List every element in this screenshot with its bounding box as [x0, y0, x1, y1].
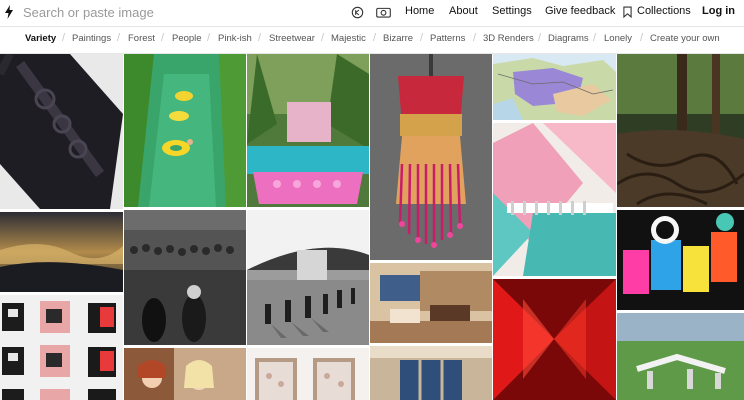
category-separator: /: [207, 32, 211, 44]
category-variety[interactable]: Variety: [25, 33, 56, 44]
image-grid: [0, 54, 744, 400]
image-tile-cubes-collage[interactable]: [0, 295, 123, 400]
image-tile-map[interactable]: [493, 54, 616, 120]
category-create-your-own[interactable]: Create your own: [650, 33, 720, 44]
image-tile-lace-frames[interactable]: [247, 348, 369, 400]
image-tile-people-portrait[interactable]: [124, 348, 246, 400]
image-tile-building-plaza[interactable]: [247, 210, 369, 345]
face-search-icon[interactable]: [350, 5, 364, 19]
category-patterns[interactable]: Patterns: [430, 33, 465, 44]
image-tile-stormy-sky[interactable]: [0, 212, 123, 292]
lightning-logo-icon[interactable]: [4, 5, 14, 19]
nav-collections[interactable]: Collections: [637, 5, 691, 17]
grid-column: [0, 54, 123, 400]
nav-give-feedback[interactable]: Give feedback: [545, 5, 615, 17]
nav-home[interactable]: Home: [405, 5, 434, 17]
category-separator: /: [161, 32, 165, 44]
grid-column: [370, 54, 492, 400]
category-streetwear[interactable]: Streetwear: [269, 33, 315, 44]
image-tile-dark-fabric[interactable]: [0, 54, 123, 209]
search-input[interactable]: [23, 4, 323, 20]
category-forest[interactable]: Forest: [128, 33, 155, 44]
login-button[interactable]: Log in: [702, 5, 735, 17]
nav-about[interactable]: About: [449, 5, 478, 17]
image-tile-beaded-lamp[interactable]: [370, 54, 492, 260]
category-separator: /: [420, 32, 424, 44]
category-bizarre[interactable]: Bizarre: [383, 33, 413, 44]
category-separator: /: [117, 32, 121, 44]
nav-settings[interactable]: Settings: [492, 5, 532, 17]
image-tile-forest-roots[interactable]: [617, 54, 744, 207]
category-separator: /: [593, 32, 597, 44]
image-tile-hotel-window[interactable]: [370, 346, 492, 400]
category-separator: /: [538, 32, 542, 44]
top-bar: Home About Settings Give feedback Collec…: [0, 0, 744, 24]
grid-column: [247, 54, 369, 400]
category-separator: /: [473, 32, 477, 44]
image-tile-paper-collage[interactable]: [493, 123, 616, 276]
image-tile-tropical-pool[interactable]: [247, 54, 369, 207]
category-separator: /: [62, 32, 66, 44]
grid-column: [493, 54, 616, 400]
image-tile-typography-sculpture[interactable]: [617, 210, 744, 310]
category-separator: /: [321, 32, 325, 44]
camera-icon[interactable]: [375, 5, 391, 19]
grid-column: [124, 54, 246, 400]
image-tile-red-corridor[interactable]: [493, 279, 616, 400]
category-3d-renders[interactable]: 3D Renders: [483, 33, 534, 44]
category-separator: /: [640, 32, 644, 44]
category-bar: Variety / Paintings / Forest / People / …: [0, 26, 744, 54]
category-majestic[interactable]: Majestic: [331, 33, 366, 44]
category-paintings[interactable]: Paintings: [72, 33, 111, 44]
category-pink-ish[interactable]: Pink-ish: [218, 33, 252, 44]
image-tile-canal-tubes[interactable]: [124, 54, 246, 207]
grid-column: [617, 54, 744, 400]
category-lonely[interactable]: Lonely: [604, 33, 632, 44]
image-tile-lawn-sculpture[interactable]: [617, 313, 744, 400]
bookmark-icon[interactable]: [622, 5, 632, 19]
image-tile-theater-audience[interactable]: [124, 210, 246, 345]
category-diagrams[interactable]: Diagrams: [548, 33, 589, 44]
category-people[interactable]: People: [172, 33, 202, 44]
category-separator: /: [373, 32, 377, 44]
image-tile-hotel-room[interactable]: [370, 263, 492, 343]
category-separator: /: [258, 32, 262, 44]
